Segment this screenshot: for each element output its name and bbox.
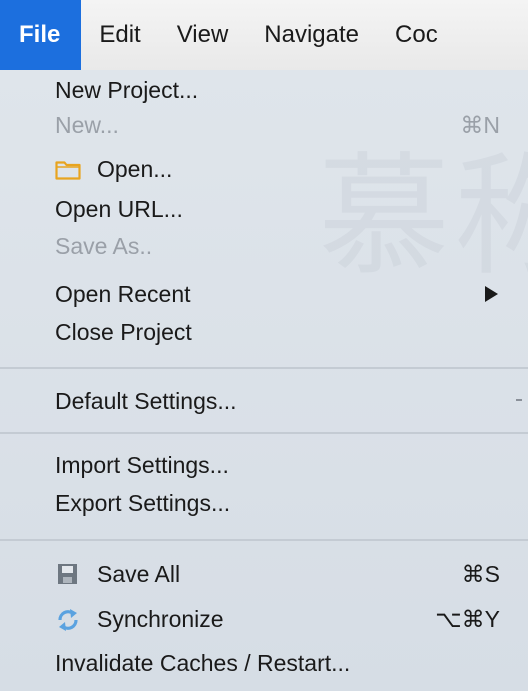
submenu-arrow-icon bbox=[485, 286, 498, 302]
menu-item-shortcut: ⌥⌘Y bbox=[435, 605, 500, 632]
menu-item-label: Open... bbox=[97, 155, 173, 182]
menubar-item-navigate[interactable]: Navigate bbox=[246, 0, 377, 70]
menu-separator bbox=[0, 367, 528, 369]
menu-separator bbox=[0, 539, 528, 541]
menu-item-invalidate-caches[interactable]: Invalidate Caches / Restart... bbox=[0, 644, 528, 682]
menu-item-new-project[interactable]: New Project... bbox=[0, 71, 528, 109]
menu-item-label: Save All bbox=[97, 560, 181, 587]
sync-icon bbox=[55, 608, 81, 631]
menu-item-export-settings[interactable]: Export Settings... bbox=[0, 484, 528, 522]
menu-item-label: Synchronize bbox=[97, 605, 224, 632]
menu-item-label: Close Project bbox=[55, 318, 192, 345]
edge-tick bbox=[516, 399, 522, 401]
menu-item-label: New Project... bbox=[55, 76, 199, 103]
file-menu-dropdown: 慕称 New Project... New... ⌘N Open... Open… bbox=[0, 70, 528, 691]
menu-item-new[interactable]: New... ⌘N bbox=[0, 106, 528, 144]
menu-item-import-settings[interactable]: Import Settings... bbox=[0, 446, 528, 484]
menu-item-synchronize[interactable]: Synchronize ⌥⌘Y bbox=[0, 600, 528, 638]
menubar-item-code[interactable]: Coc bbox=[377, 0, 456, 70]
menu-item-label: Import Settings... bbox=[55, 451, 229, 478]
menu-item-save-all[interactable]: Save All ⌘S bbox=[0, 555, 528, 593]
menu-item-open-url[interactable]: Open URL... bbox=[0, 190, 528, 228]
menu-bar: File Edit View Navigate Coc bbox=[0, 0, 528, 70]
folder-icon bbox=[55, 158, 81, 180]
menu-item-open[interactable]: Open... bbox=[0, 150, 528, 188]
menu-item-label: Save As.. bbox=[55, 232, 153, 259]
menubar-item-file[interactable]: File bbox=[0, 0, 82, 70]
menu-item-shortcut: ⌘S bbox=[461, 560, 500, 587]
menu-item-open-recent[interactable]: Open Recent bbox=[0, 275, 528, 313]
menu-item-label: Invalidate Caches / Restart... bbox=[55, 649, 351, 676]
menu-item-shortcut: ⌘N bbox=[460, 111, 500, 138]
save-icon bbox=[55, 563, 81, 585]
menu-item-close-project[interactable]: Close Project bbox=[0, 313, 528, 351]
menubar-item-edit[interactable]: Edit bbox=[81, 0, 158, 70]
menubar-item-view[interactable]: View bbox=[159, 0, 247, 70]
menu-item-default-settings[interactable]: Default Settings... bbox=[0, 382, 528, 420]
menu-item-label: Export Settings... bbox=[55, 489, 231, 516]
menu-item-label: Open URL... bbox=[55, 195, 183, 222]
menu-item-label: New... bbox=[55, 111, 119, 138]
menu-separator bbox=[0, 432, 528, 434]
menu-item-label: Open Recent bbox=[55, 280, 191, 307]
menu-item-save-as[interactable]: Save As.. bbox=[0, 227, 528, 265]
menu-item-label: Default Settings... bbox=[55, 387, 237, 414]
